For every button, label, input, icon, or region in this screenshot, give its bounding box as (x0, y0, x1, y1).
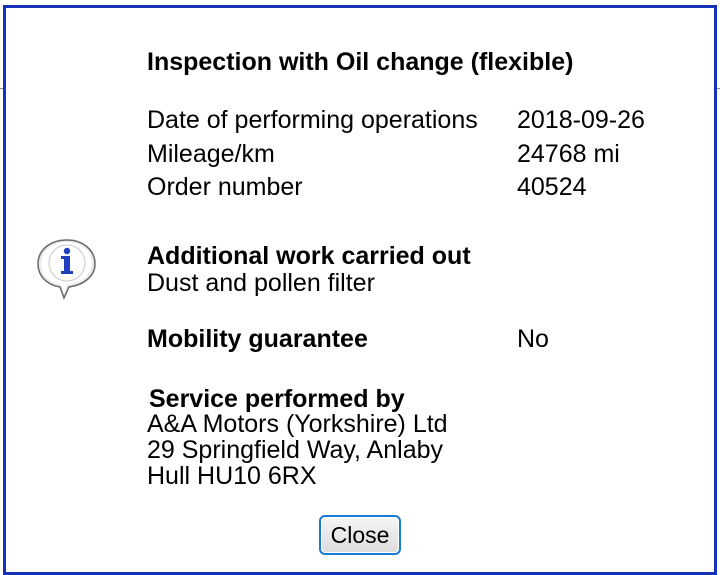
service-line: Hull HU10 6RX (147, 462, 317, 490)
service-line: A&A Motors (Yorkshire) Ltd (147, 410, 448, 438)
service-line: 29 Springfield Way, Anlaby (147, 436, 443, 464)
close-button[interactable]: Close (319, 515, 401, 555)
detail-label: Mileage/km (147, 140, 275, 168)
detail-value: 40524 (517, 173, 587, 201)
service-heading: Service performed by (149, 385, 405, 413)
service-details-dialog: Inspection with Oil change (flexible) Da… (3, 5, 717, 575)
mobility-value: No (517, 325, 549, 353)
detail-label: Order number (147, 173, 303, 201)
info-icon (34, 236, 100, 302)
mobility-label: Mobility guarantee (147, 325, 368, 353)
dialog-title: Inspection with Oil change (flexible) (147, 48, 574, 76)
additional-work-item: Dust and pollen filter (147, 269, 375, 297)
detail-label: Date of performing operations (147, 106, 478, 134)
detail-value: 24768 mi (517, 140, 620, 168)
additional-work-heading: Additional work carried out (147, 242, 471, 270)
detail-value: 2018-09-26 (517, 106, 645, 134)
